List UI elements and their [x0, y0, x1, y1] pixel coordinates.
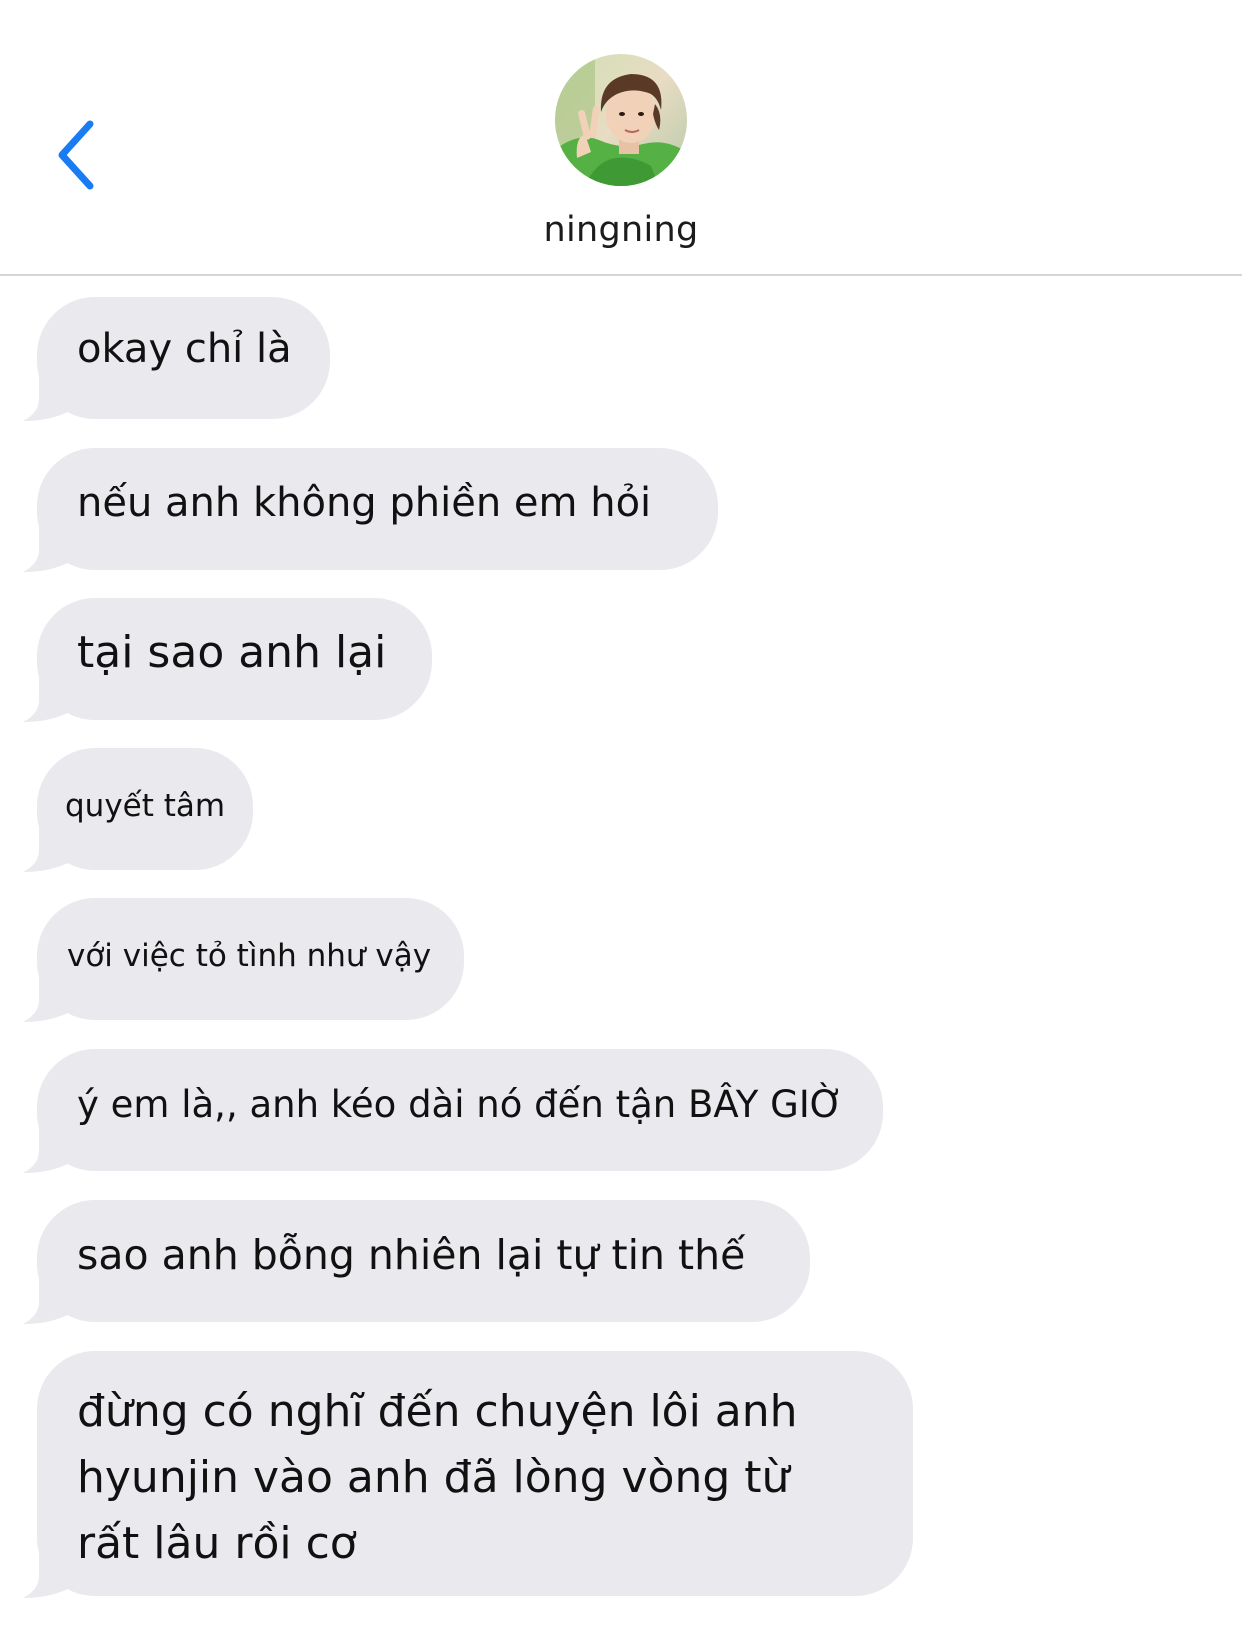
message-text: nếu anh không phiền em hỏi — [77, 480, 652, 526]
message-line: đừng có nghĩ đến chuyện lôi anh — [77, 1386, 798, 1437]
bubble-tail — [23, 826, 73, 872]
message-bubble[interactable]: nếu anh không phiền em hỏi — [23, 448, 718, 572]
message-text: với việc tỏ tình như vậy — [67, 938, 432, 974]
message-bubble[interactable]: ý em là,, anh kéo dài nó đến tận BÂY GIỜ — [23, 1049, 883, 1173]
message-text: ý em là,, anh kéo dài nó đến tận BÂY GIỜ — [77, 1083, 844, 1126]
message-text: tại sao anh lại — [77, 627, 387, 678]
message-text: đừng có nghĩ đến chuyện lôi anh hyunjin … — [77, 1379, 837, 1577]
bubble-tail — [23, 676, 73, 722]
message-bubble[interactable]: tại sao anh lại — [23, 598, 432, 722]
bubble-tail — [23, 976, 73, 1022]
message-bubble[interactable]: okay chỉ là — [23, 297, 330, 421]
message-text: sao anh bỗng nhiên lại tự tin thế — [77, 1231, 746, 1279]
bubble-tail — [23, 1127, 73, 1173]
message-bubble[interactable]: quyết tâm — [23, 748, 253, 872]
message-line: rất lâu rồi cơ — [77, 1518, 357, 1569]
contact-name[interactable]: ningning — [0, 210, 1242, 250]
message-text: quyết tâm — [65, 788, 226, 824]
bubble-tail — [23, 375, 73, 421]
message-line: hyunjin vào anh đã lòng vòng từ — [77, 1452, 790, 1503]
avatar-photo — [555, 54, 687, 186]
contact-avatar[interactable] — [555, 54, 687, 186]
message-thread: okay chỉ là nếu anh không phiền em hỏi t… — [0, 276, 1242, 1628]
conversation-header: ningning — [0, 0, 1242, 276]
message-bubble[interactable]: đừng có nghĩ đến chuyện lôi anh hyunjin … — [23, 1351, 913, 1598]
message-bubble[interactable]: với việc tỏ tình như vậy — [23, 898, 464, 1022]
bubble-tail — [23, 1552, 73, 1598]
chevron-left-icon — [58, 120, 94, 190]
bubble-tail — [23, 526, 73, 572]
back-button[interactable] — [52, 118, 102, 192]
message-text: okay chỉ là — [77, 326, 292, 372]
bubble-tail — [23, 1278, 73, 1324]
message-bubble[interactable]: sao anh bỗng nhiên lại tự tin thế — [23, 1200, 810, 1324]
